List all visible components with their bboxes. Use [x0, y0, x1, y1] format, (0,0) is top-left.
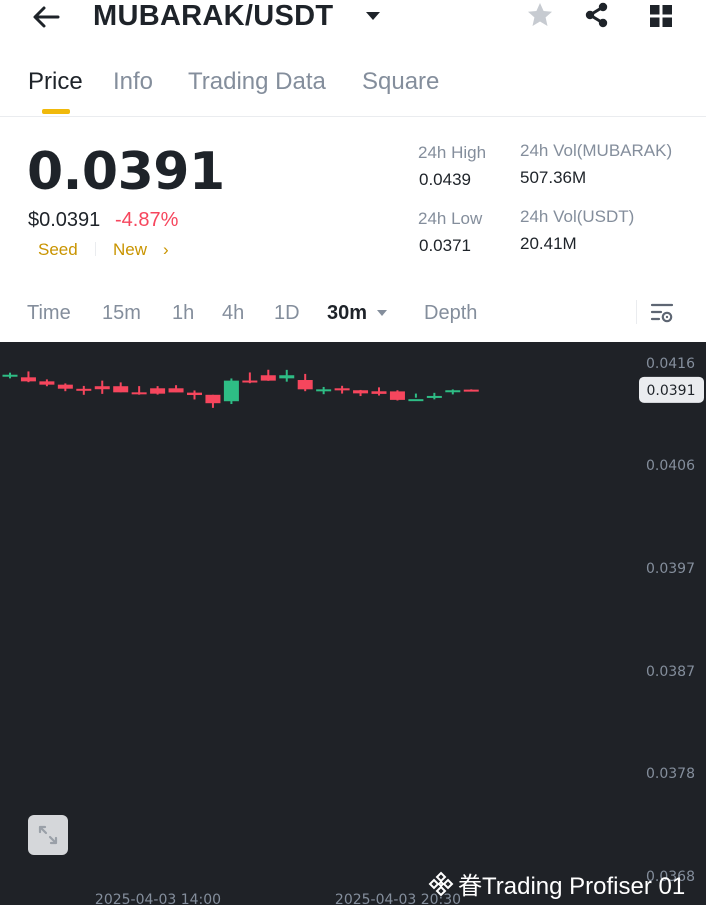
chevron-right-icon[interactable]: ›	[163, 240, 169, 260]
low-value: 0.0371	[419, 236, 471, 255]
watermark: 眷Trading Profiser 01	[428, 866, 685, 901]
pair-title[interactable]: MUBARAK/USDT	[93, 0, 333, 33]
candle-body	[389, 391, 405, 400]
interval-1h[interactable]: 1h	[172, 302, 194, 325]
vol-base-label: 24h Vol(MUBARAK)	[520, 141, 673, 160]
candle-body	[205, 394, 221, 404]
candle-body	[94, 386, 110, 390]
low-label: 24h Low	[418, 209, 483, 228]
candle-body	[39, 381, 55, 385]
grid-icon[interactable]	[647, 2, 675, 30]
candle-body	[334, 388, 350, 391]
page-tabs: Price Info Trading Data Square	[0, 62, 706, 114]
high-value: 0.0439	[419, 170, 471, 189]
candle-body	[131, 392, 147, 395]
chart-svg: 0.04160.04060.03970.03870.03780.03682025…	[2, 356, 704, 905]
candle-body	[113, 386, 129, 393]
interval-time[interactable]: Time	[27, 302, 71, 325]
interval-15m[interactable]: 15m	[102, 302, 141, 325]
y-tick-label: 0.0378	[646, 766, 695, 782]
expand-button[interactable]	[28, 815, 68, 855]
vol-quote-label: 24h Vol(USDT)	[520, 207, 635, 226]
last-price: 0.0391	[27, 142, 225, 202]
interval-30m[interactable]: 30m	[327, 302, 367, 325]
tag-new[interactable]: New	[113, 240, 147, 260]
y-tick-label: 0.0387	[646, 664, 695, 680]
vol-base-value: 507.36M	[520, 168, 587, 187]
top-bar: MUBARAK/USDT	[0, 0, 706, 40]
divider	[0, 116, 706, 117]
caret-down-icon[interactable]	[364, 7, 382, 25]
arrow-left-icon	[33, 6, 60, 28]
price-change-percent: -4.87%	[115, 209, 179, 231]
active-tab-indicator	[42, 109, 70, 114]
candle-body	[187, 392, 202, 396]
chart-settings-icon[interactable]	[649, 300, 675, 326]
interval-1d[interactable]: 1D	[274, 302, 300, 325]
tab-info[interactable]: Info	[113, 68, 153, 96]
star-icon[interactable]	[525, 0, 555, 30]
candle-body	[20, 377, 36, 382]
candle-body	[150, 388, 166, 394]
binance-logo-icon	[428, 871, 454, 896]
interval-4h[interactable]: 4h	[222, 302, 244, 325]
candle-body	[353, 390, 369, 394]
candle-body	[279, 375, 295, 379]
divider	[636, 300, 637, 324]
y-tick-label: 0.0406	[646, 458, 695, 474]
candle-body	[168, 388, 184, 393]
interval-selector: Time 15m 1h 4h 1D 30m Depth	[0, 298, 706, 334]
candle-body	[2, 374, 18, 377]
tag-seed[interactable]: Seed	[38, 240, 78, 260]
candle-body	[445, 390, 461, 393]
back-button[interactable]	[30, 2, 62, 32]
caret-down-icon[interactable]	[376, 308, 388, 318]
candlestick-chart[interactable]: 0.0416 0.0406 0.0397 0.0387 0.0378 0.0368 2025…	[0, 342, 706, 905]
fiat-price: $0.0391	[28, 209, 101, 231]
candle-body	[426, 395, 442, 398]
y-tick-label: 0.0397	[646, 561, 695, 577]
candle-body	[371, 391, 387, 394]
high-label: 24h High	[418, 143, 487, 162]
last-price-tag-label: 0.0391	[647, 383, 696, 399]
interval-depth[interactable]: Depth	[424, 302, 477, 325]
vol-quote-value: 20.41M	[520, 234, 577, 253]
candle-body	[408, 399, 424, 402]
candle-body	[297, 380, 313, 390]
watermark-text: 眷Trading Profiser 01	[458, 873, 686, 900]
candle-body	[316, 389, 332, 392]
candle-body	[242, 380, 258, 383]
candle-body	[223, 380, 239, 402]
tag-separator	[95, 242, 96, 256]
x-tick-label: 2025-04-03 14:00	[95, 892, 221, 905]
tab-square[interactable]: Square	[362, 68, 439, 96]
tab-price[interactable]: Price	[28, 68, 83, 96]
y-tick-label: 0.0416	[646, 356, 695, 372]
tab-trading-data[interactable]: Trading Data	[188, 68, 326, 96]
candle-body	[463, 389, 479, 392]
share-icon[interactable]	[582, 0, 612, 30]
candle-body	[57, 384, 73, 389]
candle-body	[260, 375, 276, 381]
expand-icon	[38, 825, 58, 845]
candle-body	[76, 388, 92, 391]
